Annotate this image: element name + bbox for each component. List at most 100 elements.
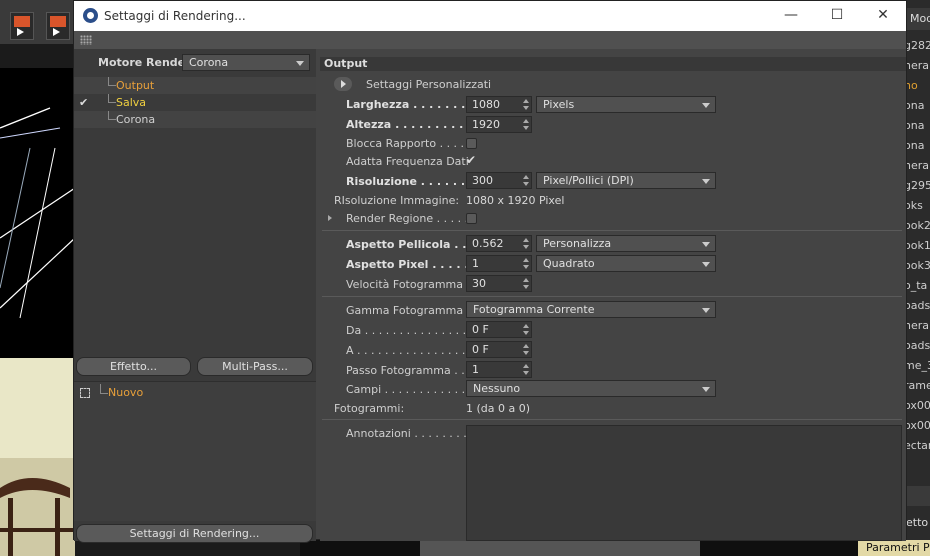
- spin-down-icon[interactable]: [523, 106, 529, 110]
- object-list-item[interactable]: rame: [906, 376, 930, 396]
- height-value: 1920: [472, 118, 500, 131]
- timeline-bar: [420, 540, 700, 556]
- grip-icon[interactable]: [80, 35, 92, 45]
- spin-down-icon[interactable]: [523, 371, 529, 375]
- from-input[interactable]: 0 F: [466, 321, 532, 338]
- object-list-item[interactable]: oks: [906, 196, 930, 216]
- object-list-item[interactable]: ook1: [906, 236, 930, 256]
- tree-line: [108, 77, 116, 86]
- spin-down-icon[interactable]: [523, 182, 529, 186]
- resolution-input[interactable]: 300: [466, 172, 532, 189]
- film-aspect-dropdown[interactable]: Personalizza: [536, 235, 716, 252]
- 3d-viewport[interactable]: [0, 68, 75, 556]
- divider: [322, 419, 902, 420]
- object-manager-header: Mod: [906, 8, 930, 30]
- chevron-down-icon: [296, 61, 304, 66]
- spin-up-icon[interactable]: [523, 364, 529, 368]
- spin-up-icon[interactable]: [523, 258, 529, 262]
- width-unit-dropdown[interactable]: Pixels: [536, 96, 716, 113]
- attributes-tab-strip: [906, 486, 930, 506]
- spin-down-icon[interactable]: [523, 351, 529, 355]
- spin-down-icon[interactable]: [523, 265, 529, 269]
- tree-item-corona[interactable]: Corona: [74, 111, 316, 128]
- render-button[interactable]: [46, 12, 70, 40]
- spin-down-icon[interactable]: [523, 245, 529, 249]
- effect-item-nuovo[interactable]: Nuovo: [74, 384, 316, 402]
- render-engine-dropdown[interactable]: Corona: [182, 54, 310, 71]
- adapt-frame-checkmark-icon[interactable]: ✔: [466, 153, 476, 167]
- custom-settings-label: Settaggi Personalizzati: [366, 78, 492, 91]
- object-list-item[interactable]: nera.: [906, 56, 930, 76]
- object-list-item[interactable]: nera: [906, 156, 930, 176]
- spin-down-icon[interactable]: [523, 126, 529, 130]
- output-settings-panel: Output Settaggi Personalizzati Larghezza…: [320, 49, 906, 541]
- notes-textarea[interactable]: [466, 425, 902, 541]
- spin-down-icon[interactable]: [523, 331, 529, 335]
- effect-button[interactable]: Effetto...: [76, 357, 191, 376]
- film-aspect-mode: Personalizza: [543, 237, 612, 250]
- object-list-item[interactable]: ona: [906, 136, 930, 156]
- multipass-button[interactable]: Multi-Pass...: [197, 357, 313, 376]
- frames-value: 1 (da 0 a 0): [466, 402, 531, 415]
- object-list-item[interactable]: ox00: [906, 416, 930, 436]
- fps-value: 30: [472, 277, 486, 290]
- render-region-checkbox[interactable]: [466, 213, 477, 224]
- chevron-down-icon: [702, 387, 710, 392]
- height-input[interactable]: 1920: [466, 116, 532, 133]
- minimize-button[interactable]: —: [768, 1, 814, 31]
- object-manager: Mod g282nera.noonaonaonanerag295oksook2o…: [906, 0, 930, 556]
- object-list-item[interactable]: nera.: [906, 316, 930, 336]
- fields-label: Campi . . . . . . . . . . . . . .: [346, 383, 480, 396]
- lock-ratio-checkbox[interactable]: [466, 138, 477, 149]
- close-button[interactable]: ✕: [860, 1, 906, 31]
- render-view-button[interactable]: [10, 12, 34, 40]
- from-value: 0 F: [472, 323, 489, 336]
- title-bar[interactable]: Settaggi di Rendering... — ☐ ✕: [74, 1, 906, 31]
- object-list-item[interactable]: ona: [906, 116, 930, 136]
- width-input[interactable]: 1080: [466, 96, 532, 113]
- object-list-item[interactable]: me_3: [906, 356, 930, 376]
- tree-item-label: Output: [116, 79, 155, 92]
- params-tab[interactable]: Parametri Pro: [858, 540, 930, 556]
- resolution-unit-dropdown[interactable]: Pixel/Pollici (DPI): [536, 172, 716, 189]
- tree-item-salva[interactable]: ✔ Salva: [74, 94, 316, 111]
- frame-step-input[interactable]: 1: [466, 361, 532, 378]
- object-list-item[interactable]: ook2: [906, 216, 930, 236]
- render-settings-button[interactable]: Settaggi di Rendering...: [76, 524, 313, 543]
- object-list-item[interactable]: oads: [906, 296, 930, 316]
- film-aspect-input[interactable]: 0.562: [466, 235, 532, 252]
- spin-up-icon[interactable]: [523, 119, 529, 123]
- app-toolbar: [0, 0, 75, 44]
- fields-dropdown[interactable]: Nessuno: [466, 380, 716, 397]
- expand-arrow-icon[interactable]: [328, 215, 332, 221]
- checkmark-icon[interactable]: ✔: [79, 94, 88, 111]
- spin-up-icon[interactable]: [523, 99, 529, 103]
- fps-input[interactable]: 30: [466, 275, 532, 292]
- pixel-aspect-dropdown[interactable]: Quadrato: [536, 255, 716, 272]
- maximize-button[interactable]: ☐: [814, 1, 860, 31]
- dialog-menu-strip: [74, 31, 906, 49]
- tree-item-output[interactable]: Output: [74, 77, 316, 94]
- object-list-item[interactable]: oads: [906, 336, 930, 356]
- object-list-item[interactable]: g282: [906, 36, 930, 56]
- spin-up-icon[interactable]: [523, 278, 529, 282]
- to-input[interactable]: 0 F: [466, 341, 532, 358]
- chevron-down-icon: [702, 308, 710, 313]
- object-list-item[interactable]: ox00: [906, 396, 930, 416]
- object-list-item[interactable]: g295: [906, 176, 930, 196]
- frame-range-dropdown[interactable]: Fotogramma Corrente: [466, 301, 716, 318]
- object-list-item[interactable]: ook3: [906, 256, 930, 276]
- frames-label: Fotogrammi:: [334, 402, 405, 415]
- object-list-item[interactable]: ectar: [906, 436, 930, 456]
- spin-up-icon[interactable]: [523, 344, 529, 348]
- spin-down-icon[interactable]: [523, 285, 529, 289]
- object-list-item[interactable]: o_ta: [906, 276, 930, 296]
- custom-settings-button[interactable]: [334, 77, 352, 91]
- spin-up-icon[interactable]: [523, 238, 529, 242]
- spin-up-icon[interactable]: [523, 175, 529, 179]
- spin-up-icon[interactable]: [523, 324, 529, 328]
- object-list-item[interactable]: ona: [906, 96, 930, 116]
- object-list-item[interactable]: no: [906, 76, 930, 96]
- section-title: Output: [320, 57, 906, 71]
- pixel-aspect-input[interactable]: 1: [466, 255, 532, 272]
